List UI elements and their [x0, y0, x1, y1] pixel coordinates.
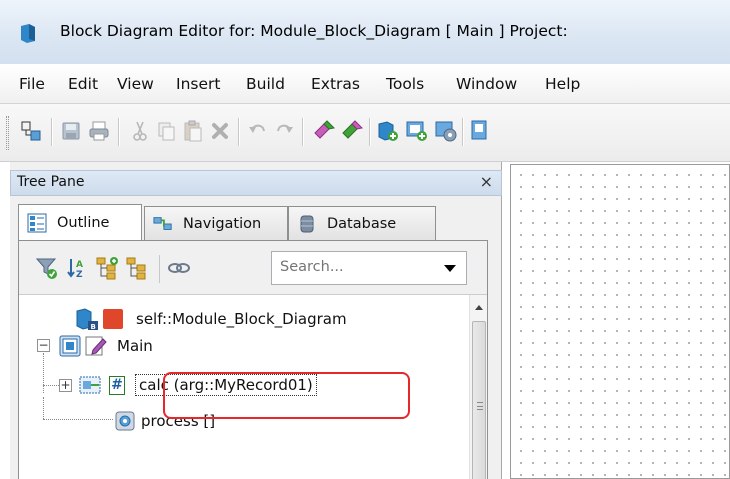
red-square-icon — [103, 309, 123, 329]
menu-bar: File Edit View Insert Build Extras Tools… — [0, 64, 730, 104]
tree-item-label: Main — [117, 337, 153, 355]
link-icon[interactable] — [167, 256, 191, 280]
copy-icon[interactable] — [154, 119, 178, 143]
redo-icon[interactable] — [272, 119, 296, 143]
svg-text:A: A — [76, 260, 83, 270]
tab-database[interactable]: Database — [288, 206, 436, 240]
outline-icon — [27, 213, 47, 233]
tab-outline-label: Outline — [57, 214, 110, 231]
sort-az-icon[interactable]: AZ — [65, 256, 89, 280]
paste-icon[interactable] — [181, 119, 205, 143]
navigation-icon — [153, 214, 173, 234]
tree-item-module[interactable]: B self::Module_Block_Diagram — [75, 306, 347, 332]
cut-icon[interactable] — [128, 119, 152, 143]
tab-database-label: Database — [327, 215, 397, 232]
insert-port-icon[interactable] — [405, 119, 429, 143]
tree-pane: Tree Pane × Outline Navigation Database — [10, 162, 502, 479]
tree-scrollbar[interactable] — [469, 295, 487, 479]
menu-edit[interactable]: Edit — [68, 75, 98, 93]
edit-icon — [85, 336, 107, 356]
scroll-up-icon[interactable] — [475, 305, 483, 310]
chevron-down-icon[interactable] — [444, 265, 456, 272]
close-icon[interactable]: × — [480, 172, 493, 191]
menu-help[interactable]: Help — [545, 75, 580, 93]
menu-file[interactable]: File — [19, 75, 45, 93]
window-title: Block Diagram Editor for: Module_Block_D… — [60, 22, 568, 40]
svg-text:Z: Z — [76, 270, 83, 280]
menu-insert[interactable]: Insert — [176, 75, 220, 93]
build-icon[interactable] — [312, 119, 336, 143]
block-settings-icon[interactable] — [434, 119, 458, 143]
menu-window[interactable]: Window — [456, 75, 517, 93]
tab-navigation-label: Navigation — [183, 215, 262, 232]
process-icon — [115, 411, 135, 431]
diagram-icon — [59, 335, 81, 357]
search-input[interactable] — [272, 252, 422, 282]
tree-pane-header: Tree Pane × — [10, 170, 502, 196]
app-icon — [21, 24, 35, 43]
menu-build[interactable]: Build — [246, 75, 285, 93]
database-icon — [297, 214, 317, 234]
search-box[interactable] — [271, 251, 467, 285]
insert-block-icon[interactable] — [376, 119, 400, 143]
menu-extras[interactable]: Extras — [311, 75, 360, 93]
collapse-toggle[interactable]: − — [37, 339, 50, 352]
toolbar-grip[interactable] — [6, 116, 9, 150]
expand-toggle[interactable]: + — [59, 379, 72, 392]
scroll-thumb[interactable] — [472, 321, 486, 479]
function-block-icon — [79, 376, 101, 394]
tab-outline[interactable]: Outline — [18, 204, 142, 240]
expand-all-icon[interactable] — [95, 256, 119, 280]
tab-navigation[interactable]: Navigation — [144, 206, 288, 240]
module-block-icon: B — [76, 308, 98, 331]
tree-item-main[interactable]: Main — [59, 333, 153, 359]
delete-icon[interactable] — [208, 119, 232, 143]
tree-pane-title: Tree Pane — [17, 174, 85, 190]
toolbar — [0, 104, 730, 162]
select-icon[interactable] — [19, 119, 43, 143]
run-icon[interactable] — [340, 119, 364, 143]
svg-text:B: B — [91, 323, 96, 331]
outline-toolbar: AZ — [19, 241, 487, 295]
block-view-icon[interactable] — [468, 119, 492, 143]
collapse-all-icon[interactable] — [125, 256, 149, 280]
menu-tools[interactable]: Tools — [386, 75, 424, 93]
undo-icon[interactable] — [246, 119, 270, 143]
diagram-canvas[interactable] — [510, 164, 730, 479]
save-icon[interactable] — [59, 119, 83, 143]
menu-view[interactable]: View — [117, 75, 154, 93]
title-bar: Block Diagram Editor for: Module_Block_D… — [0, 0, 730, 64]
highlight-annotation — [163, 372, 410, 419]
print-icon[interactable] — [87, 119, 111, 143]
tree-item-label: self::Module_Block_Diagram — [136, 310, 347, 328]
hash-icon: # — [109, 375, 125, 395]
filter-icon[interactable] — [35, 256, 59, 280]
outline-panel: AZ B — [18, 240, 488, 479]
